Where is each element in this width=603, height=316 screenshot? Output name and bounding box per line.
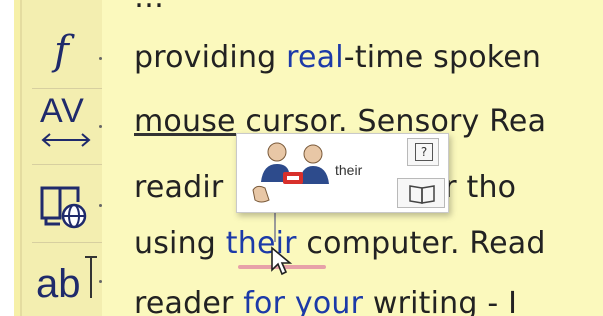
dictionary-button[interactable] [24, 168, 106, 240]
mouse-pointer-icon [271, 246, 293, 276]
word-popup: their ? [236, 133, 449, 213]
book-icon [409, 185, 435, 204]
app-window: f AV ab providing real-time spoken mouse… [0, 0, 603, 316]
text-line: providing real-time spoken [134, 40, 541, 75]
toolbar-divider [32, 88, 102, 89]
help-button[interactable]: ? [407, 138, 439, 166]
text-run: -time spoken [343, 40, 542, 75]
font-button[interactable]: f [24, 28, 106, 86]
text-line: … [134, 0, 164, 15]
text-line: using their computer. Read [134, 226, 546, 261]
dictionary-globe-icon [40, 186, 87, 229]
spacing-icon: AV [40, 92, 85, 130]
text-run: reader [134, 286, 244, 316]
text-run: using [134, 226, 226, 261]
popup-pointer [274, 212, 276, 242]
highlighted-phrase[interactable]: for your [243, 286, 363, 316]
text-line: reader for your writing - I [134, 286, 517, 316]
toolbar-divider [32, 242, 102, 243]
text-run: writing - I [363, 286, 518, 316]
symbol-picture-icon [252, 142, 329, 203]
text-cursor-bar [90, 258, 92, 298]
text-run: readir [134, 170, 224, 205]
double-arrow-icon [41, 133, 91, 147]
popup-word-label: their [335, 162, 363, 178]
text-run: providing [134, 40, 287, 75]
highlighted-word[interactable]: real [286, 40, 344, 75]
spell-check-icon: ab [36, 262, 81, 306]
font-icon: f [54, 28, 69, 74]
spell-check-button[interactable]: ab [24, 244, 106, 316]
character-spacing-button[interactable]: AV [24, 90, 106, 160]
dictionary-lookup-button[interactable] [397, 178, 445, 208]
tool-palette: f AV ab [14, 0, 102, 316]
help-icon: ? [415, 143, 433, 161]
text-run: computer. Read [296, 226, 546, 261]
toolbar-divider [32, 164, 102, 165]
